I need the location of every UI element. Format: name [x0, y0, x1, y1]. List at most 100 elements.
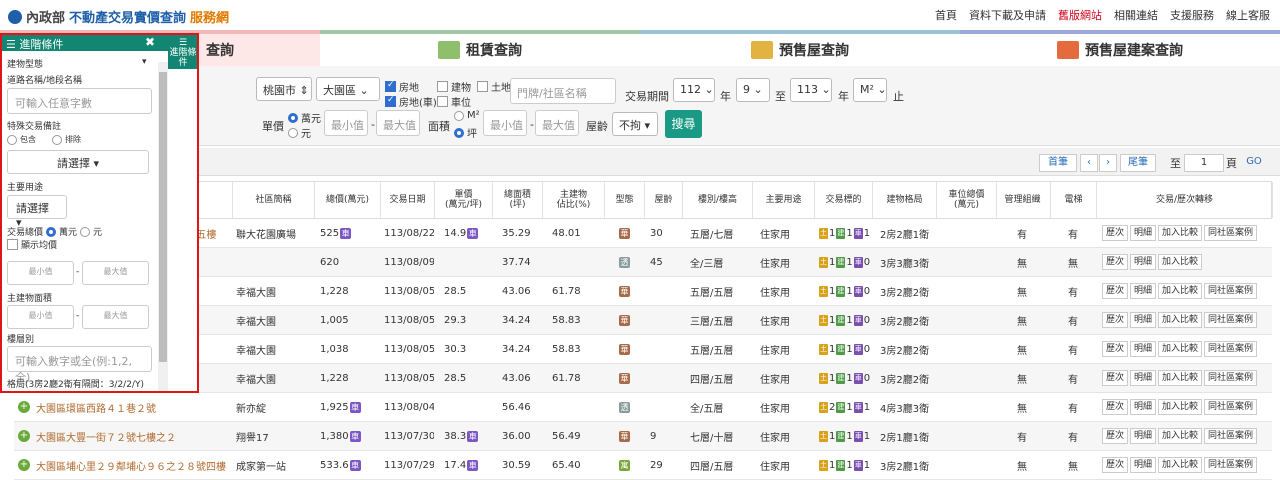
next-page-button[interactable]: › — [1099, 154, 1117, 172]
column-header[interactable]: 社區簡稱 — [233, 182, 315, 218]
type-house-car[interactable]: 房地(車) — [385, 94, 437, 109]
main-use-select[interactable]: 請選擇 ▾ — [7, 195, 67, 229]
go-button[interactable]: GO — [1240, 154, 1268, 172]
nav-download[interactable]: 資料下載及申請 — [969, 7, 1046, 23]
table-row[interactable]: + 大園區大豐一街７２號七樓之２ 翔譽17 1,380 車 113/07/30 38.3 車 3… — [14, 422, 1272, 451]
community-text[interactable]: 聯大花園廣場 — [236, 226, 296, 241]
table-row[interactable]: 2號五樓聯大花園廣場525車113/08/2214.9車35.2948.01華3… — [14, 219, 1272, 248]
same-community-button[interactable]: 同社區案例 — [1204, 341, 1258, 357]
compare-button[interactable]: 加入比較 — [1158, 457, 1203, 473]
tab-presale-project[interactable]: 預售屋建案查詢 — [960, 30, 1280, 66]
page-input[interactable]: 1 — [1184, 154, 1224, 172]
address-text[interactable]: 大園區環區西路４１巷２號 — [36, 400, 156, 415]
community-text[interactable]: 翔譽17 — [236, 429, 269, 444]
community-cell[interactable]: 幸福大園 — [236, 306, 314, 334]
history-button[interactable]: 歷次 — [1102, 254, 1129, 270]
year-from-select[interactable]: 112 ⌄ — [673, 78, 715, 102]
column-header[interactable]: 總價(萬元) — [315, 182, 381, 218]
nav-support[interactable]: 支援服務 — [1170, 7, 1214, 23]
table-row[interactable]: + 大園區埔心里２９鄰埔心９６之２８號四樓 成家第一站 533.6 車 113/07/29… — [14, 451, 1272, 480]
community-text[interactable]: 幸福大園 — [236, 342, 276, 357]
table-row[interactable]: i幸福大園1,228113/08/0528.543.0661.78華五層/五層住… — [14, 277, 1272, 306]
special-select[interactable]: 請選擇 ▾ — [7, 150, 149, 174]
detail-button[interactable]: 明細 — [1130, 254, 1157, 270]
same-community-button[interactable]: 同社區案例 — [1204, 428, 1258, 444]
column-header[interactable]: 屋齡 — [645, 182, 683, 218]
nav-old-site[interactable]: 舊版網站 — [1058, 7, 1102, 23]
type-house-land[interactable]: 房地 — [385, 79, 419, 94]
column-header[interactable]: 總面積 (坪) — [493, 182, 543, 218]
nav-service[interactable]: 線上客服 — [1226, 7, 1270, 23]
special-exclude-radio[interactable]: 排除 — [52, 134, 81, 145]
detail-button[interactable]: 明細 — [1130, 312, 1157, 328]
address-cell[interactable]: + 大園區大豐一街７２號七樓之２ — [14, 422, 232, 450]
history-button[interactable]: 歷次 — [1102, 428, 1129, 444]
unit-yuan-radio[interactable]: 元 — [288, 125, 311, 140]
detail-button[interactable]: 明細 — [1130, 428, 1157, 444]
chevron-down-icon[interactable]: ▾ — [142, 57, 147, 67]
compare-button[interactable]: 加入比較 — [1158, 341, 1203, 357]
compare-button[interactable]: 加入比較 — [1158, 225, 1203, 241]
year-to-select[interactable]: 113 ⌄ — [790, 78, 832, 102]
area-ping-radio[interactable]: 坪 — [454, 125, 477, 140]
community-cell[interactable]: 幸福大園 — [236, 335, 314, 363]
table-row[interactable]: + 大園區環區西路４１巷２號 新亦綻 1,925 車 113/08/04 56.46 透全/五… — [14, 393, 1272, 422]
history-button[interactable]: 歷次 — [1102, 457, 1129, 473]
column-header[interactable]: 交易標的 — [815, 182, 873, 218]
type-land[interactable]: 土地 — [477, 79, 511, 94]
month-to-select[interactable]: M² ⌄ — [853, 78, 887, 102]
same-community-button[interactable]: 同社區案例 — [1204, 399, 1258, 415]
same-community-button[interactable]: 同社區案例 — [1204, 457, 1258, 473]
column-header[interactable]: 主建物 佔比(%) — [543, 182, 605, 218]
compare-button[interactable]: 加入比較 — [1158, 428, 1203, 444]
expand-icon[interactable]: + — [18, 401, 30, 413]
community-cell[interactable]: 翔譽17 — [236, 422, 314, 450]
address-cell[interactable]: + 大園區環區西路４１巷２號 — [14, 393, 232, 421]
scrollbar-thumb[interactable] — [159, 72, 167, 362]
unit-wan-radio[interactable]: 萬元 — [288, 110, 321, 125]
column-header[interactable]: 型態 — [605, 182, 645, 218]
same-community-button[interactable]: 同社區案例 — [1204, 312, 1258, 328]
community-cell[interactable]: 幸福大園 — [236, 364, 314, 392]
advanced-toggle-button[interactable]: ☰ 進階條件 — [168, 35, 197, 69]
district-select[interactable]: 大園區 ⌄ — [316, 77, 380, 101]
unitprice-max[interactable]: 最大值 — [376, 110, 420, 136]
table-row[interactable]: i幸福大園1,038113/08/0530.334.2458.83華五層/五層住… — [14, 335, 1272, 364]
compare-button[interactable]: 加入比較 — [1158, 399, 1203, 415]
month-from-select[interactable]: 9 ⌄ — [736, 78, 770, 102]
detail-button[interactable]: 明細 — [1130, 370, 1157, 386]
detail-button[interactable]: 明細 — [1130, 283, 1157, 299]
column-header[interactable]: 管理組織 — [995, 182, 1051, 218]
same-community-button[interactable]: 同社區案例 — [1204, 283, 1258, 299]
community-text[interactable]: 新亦綻 — [236, 400, 266, 415]
floor-input[interactable]: 可輸入數字或全(例:1,2,全) — [7, 346, 152, 384]
history-button[interactable]: 歷次 — [1102, 399, 1129, 415]
table-row[interactable]: i幸福大園1,005113/08/0529.334.2458.83華三層/五層住… — [14, 306, 1272, 335]
expand-icon[interactable]: + — [18, 430, 30, 442]
community-text[interactable]: 幸福大園 — [236, 284, 276, 299]
column-header[interactable]: 樓別/樓高 — [683, 182, 753, 218]
detail-button[interactable]: 明細 — [1130, 225, 1157, 241]
search-button[interactable]: 搜尋 — [665, 110, 702, 138]
area-max-input[interactable]: 最大值 — [82, 305, 149, 329]
tab-rent[interactable]: 租賃查詢 — [320, 30, 640, 66]
detail-button[interactable]: 明細 — [1130, 457, 1157, 473]
community-input[interactable]: 門牌/社區名稱 — [510, 78, 616, 104]
radio-icon[interactable] — [80, 226, 91, 237]
area-min[interactable]: 最小值 — [483, 110, 527, 136]
compare-button[interactable]: 加入比較 — [1158, 283, 1203, 299]
panel-scrollbar[interactable] — [158, 62, 168, 391]
last-page-button[interactable]: 尾筆 — [1120, 154, 1156, 172]
age-select[interactable]: 不拘 ▾ — [612, 112, 658, 136]
type-building[interactable]: 建物 — [437, 79, 471, 94]
area-max[interactable]: 最大值 — [535, 110, 579, 136]
prev-page-button[interactable]: ‹ — [1080, 154, 1098, 172]
compare-button[interactable]: 加入比較 — [1158, 370, 1203, 386]
nav-home[interactable]: 首頁 — [935, 7, 957, 23]
column-header[interactable]: 交易日期 — [381, 182, 435, 218]
community-cell[interactable] — [236, 248, 314, 276]
column-header[interactable]: 交易/歷次轉移 — [1097, 182, 1273, 218]
history-button[interactable]: 歷次 — [1102, 341, 1129, 357]
community-cell[interactable]: 幸福大園 — [236, 277, 314, 305]
community-text[interactable]: 成家第一站 — [236, 458, 286, 473]
